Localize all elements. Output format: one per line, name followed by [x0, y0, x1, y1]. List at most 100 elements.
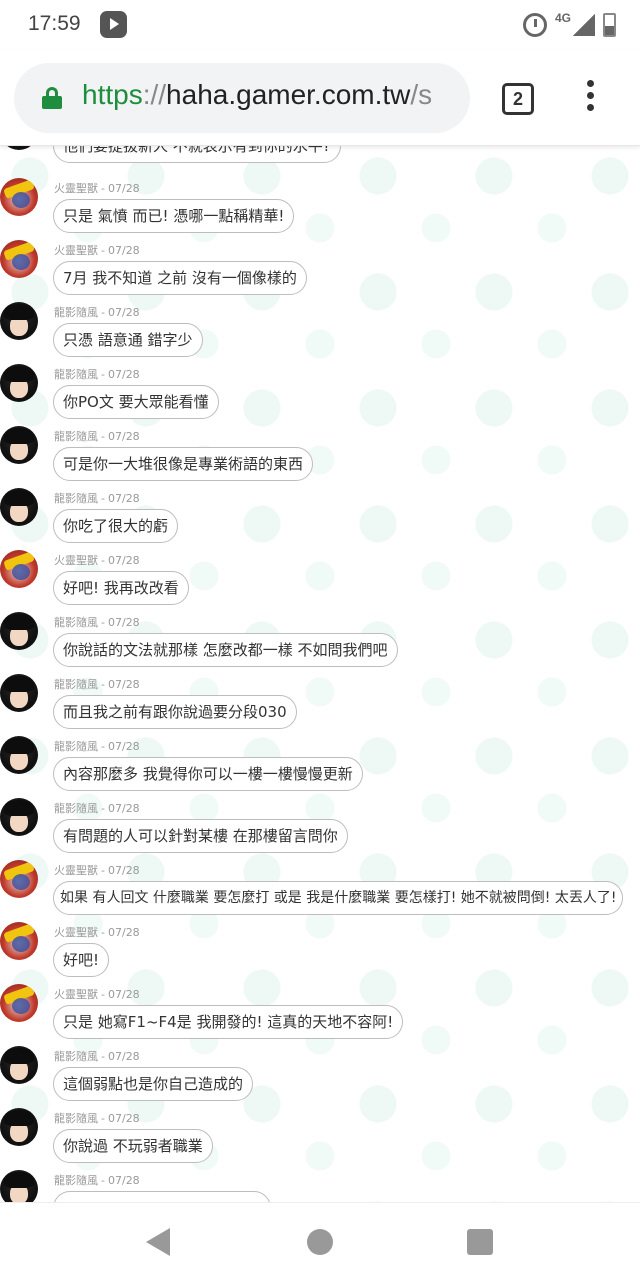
- avatar[interactable]: [0, 488, 38, 526]
- message-meta: 龍影隨風 -07/28: [54, 740, 140, 753]
- message-bubble: [53, 1191, 271, 1202]
- signal-icon: [573, 14, 595, 36]
- message-bubble: 這個弱點也是你自己造成的: [53, 1067, 254, 1101]
- network-label: 4G: [554, 11, 571, 25]
- message-author[interactable]: 龍影隨風: [54, 678, 98, 691]
- chat-message: 龍影隨風 -07/28 可是你一大堆很像是專業術語的東西: [0, 426, 640, 492]
- avatar[interactable]: [0, 736, 38, 774]
- message-author[interactable]: 龍影隨風: [54, 740, 98, 753]
- message-date: 07/28: [107, 244, 140, 257]
- chat-message: 龍影隨風 -07/28 你說話的文法就那樣 怎麼改都一樣 不如問我們吧: [0, 612, 640, 678]
- avatar[interactable]: [0, 1170, 38, 1202]
- chat-message: 龍影隨風 -07/28 只憑 語意通 錯字少: [0, 302, 640, 368]
- chat-message: 火靈聖獸 -07/28 好吧!: [0, 922, 640, 988]
- message-author[interactable]: 火靈聖獸: [54, 182, 98, 195]
- avatar[interactable]: [0, 1046, 38, 1084]
- message-date: 07/28: [107, 988, 140, 1001]
- message-author[interactable]: 龍影隨風: [54, 616, 98, 629]
- lock-icon[interactable]: [42, 87, 62, 109]
- message-date: 07/28: [107, 678, 140, 691]
- message-author[interactable]: 火靈聖獸: [54, 926, 98, 939]
- avatar[interactable]: [0, 302, 38, 340]
- message-meta: 火靈聖獸 -07/28: [54, 554, 140, 567]
- message-meta: 火靈聖獸 -07/28: [54, 244, 140, 257]
- message-meta: 火靈聖獸 -07/28: [54, 988, 140, 1001]
- message-author[interactable]: 龍影隨風: [54, 368, 98, 381]
- address-bar[interactable]: https://haha.gamer.com.tw/s: [14, 63, 470, 133]
- chat-message: 火靈聖獸 -07/28 只是 她寫F1~F4是 我開發的! 這真的天地不容阿!: [0, 984, 640, 1050]
- url-host: haha.gamer.com.tw: [166, 79, 411, 110]
- message-bubble: 只是 氣憤 而已! 憑哪一點稱精華!: [53, 199, 295, 233]
- message-author[interactable]: 龍影隨風: [54, 492, 98, 505]
- message-date: 07/28: [107, 616, 140, 629]
- avatar[interactable]: [0, 984, 38, 1022]
- avatar[interactable]: [0, 674, 38, 712]
- message-date: 07/28: [107, 1174, 140, 1187]
- avatar[interactable]: [0, 240, 38, 278]
- message-bubble: 只憑 語意通 錯字少: [53, 323, 203, 357]
- message-author[interactable]: 火靈聖獸: [54, 988, 98, 1001]
- message-date: 07/28: [107, 492, 140, 505]
- message-meta: 龍影隨風 -07/28: [54, 1050, 140, 1063]
- message-bubble: 如果 有人回文 什麼職業 要怎麼打 或是 我是什麼職業 要怎樣打! 她不就被問倒…: [53, 881, 624, 915]
- avatar[interactable]: [0, 612, 38, 650]
- message-date: 07/28: [107, 802, 140, 815]
- message-date: 07/28: [107, 430, 140, 443]
- chat-message: 龍影隨風 -07/28 你PO文 要大眾能看懂: [0, 364, 640, 430]
- message-bubble: 你說過 不玩弱者職業: [53, 1129, 213, 1163]
- message-date: 07/28: [107, 1050, 140, 1063]
- message-author[interactable]: 龍影隨風: [54, 1174, 98, 1187]
- avatar[interactable]: [0, 922, 38, 960]
- message-author[interactable]: 龍影隨風: [54, 802, 98, 815]
- message-date: 07/28: [107, 368, 140, 381]
- avatar[interactable]: [0, 178, 38, 216]
- url-path: /s: [410, 79, 433, 110]
- avatar[interactable]: [0, 426, 38, 464]
- message-date: 07/28: [107, 1112, 140, 1125]
- message-bubble: 你吃了很大的虧: [53, 509, 179, 543]
- avatar[interactable]: [0, 798, 38, 836]
- avatar[interactable]: [0, 1108, 38, 1146]
- message-author[interactable]: 龍影隨風: [54, 1050, 98, 1063]
- battery-icon: [603, 13, 616, 37]
- message-bubble: 你說話的文法就那樣 怎麼改都一樣 不如問我們吧: [53, 633, 398, 667]
- status-icons: 4G: [522, 10, 616, 40]
- status-bar: 17:59 4G: [0, 0, 640, 50]
- chat-message: 龍影隨風 -07/28 而且我之前有跟你說過要分段030: [0, 674, 640, 740]
- back-icon[interactable]: [146, 1228, 170, 1256]
- avatar[interactable]: [0, 364, 38, 402]
- avatar[interactable]: [0, 860, 38, 898]
- message-date: 07/28: [107, 182, 140, 195]
- message-author[interactable]: 龍影隨風: [54, 306, 98, 319]
- message-bubble: 有問題的人可以針對某樓 在那樓留言問你: [53, 819, 348, 853]
- chat-message: 龍影隨風 -07/28 你吃了很大的虧: [0, 488, 640, 554]
- message-author[interactable]: 火靈聖獸: [54, 244, 98, 257]
- alarm-icon: [522, 13, 547, 37]
- avatar[interactable]: [0, 146, 38, 150]
- more-vert-icon[interactable]: [582, 80, 598, 118]
- message-meta: 龍影隨風 -07/28: [54, 368, 140, 381]
- message-meta: 龍影隨風 -07/28: [54, 802, 140, 815]
- play-store-icon: [100, 11, 127, 38]
- home-icon[interactable]: [307, 1229, 333, 1255]
- chat-message: 龍影隨風 -07/28: [0, 1170, 640, 1202]
- message-date: 07/28: [107, 554, 140, 567]
- chat-message: 火靈聖獸 -07/28 7月 我不知道 之前 沒有一個像樣的: [0, 240, 640, 306]
- message-author[interactable]: 龍影隨風: [54, 430, 98, 443]
- message-date: 07/28: [107, 740, 140, 753]
- tabs-icon[interactable]: 2: [502, 83, 534, 115]
- message-author[interactable]: 火靈聖獸: [54, 554, 98, 567]
- recents-icon[interactable]: [467, 1229, 493, 1255]
- message-author[interactable]: 龍影隨風: [54, 1112, 98, 1125]
- message-meta: 龍影隨風 -07/28: [54, 306, 140, 319]
- message-bubble: 內容那麼多 我覺得你可以一樓一樓慢慢更新: [53, 757, 363, 791]
- chat-area[interactable]: 他們要提拔新人 不就表示有到你的水平? 火靈聖獸 -07/28 只是 氣憤 而已!…: [0, 146, 640, 1202]
- url-text[interactable]: https://haha.gamer.com.tw/s: [82, 79, 432, 111]
- message-meta: 龍影隨風 -07/28: [54, 616, 140, 629]
- avatar[interactable]: [0, 550, 38, 588]
- message-bubble: 只是 她寫F1~F4是 我開發的! 這真的天地不容阿!: [53, 1005, 404, 1039]
- message-author[interactable]: 火靈聖獸: [54, 864, 98, 877]
- message-bubble: 好吧! 我再改改看: [53, 571, 189, 605]
- message-bubble: 好吧!: [53, 943, 110, 977]
- chat-message: 龍影隨風 -07/28 有問題的人可以針對某樓 在那樓留言問你: [0, 798, 640, 864]
